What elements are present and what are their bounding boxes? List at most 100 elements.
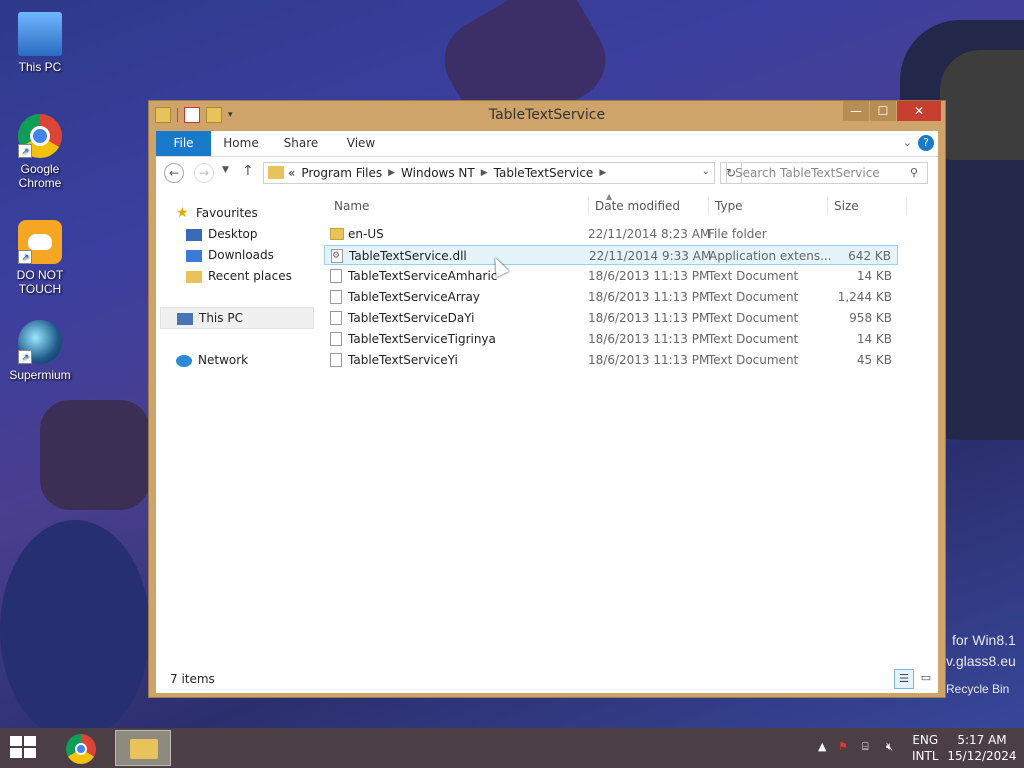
wallpaper-shape [40, 400, 150, 510]
file-row[interactable]: TableTextServiceArray 18/6/2013 11:13 PM… [324, 287, 898, 307]
file-size: 14 KB [856, 332, 892, 346]
nav-recent-places[interactable]: Recent places [186, 266, 292, 286]
computer-icon [177, 312, 193, 325]
search-input[interactable]: Search TableTextService [726, 162, 928, 184]
taskbar-file-explorer-icon[interactable] [115, 730, 171, 766]
breadcrumb: « Program Files ▶ Windows NT ▶ TableText… [288, 166, 606, 180]
file-size: 958 KB [849, 311, 892, 325]
file-row[interactable]: TableTextServiceTigrinya 18/6/2013 11:13… [324, 329, 898, 349]
chevron-right-icon[interactable]: ▶ [388, 166, 395, 180]
column-header-size[interactable]: Size [834, 199, 859, 213]
file-name: TableTextServiceTigrinya [348, 332, 496, 346]
tab-file[interactable]: File [156, 131, 211, 156]
help-icon[interactable]: ? [918, 135, 934, 151]
file-size: 45 KB [856, 353, 892, 367]
network-icon[interactable]: ⌸ [862, 740, 869, 754]
shortcut-arrow-icon: ↗ [18, 250, 32, 264]
tab-home[interactable]: Home [216, 131, 266, 156]
desktop-icon [186, 228, 202, 241]
file-type: Application extens... [709, 249, 832, 263]
volume-muted-icon[interactable]: 🔇︎ [886, 740, 893, 754]
nav-downloads[interactable]: Downloads [186, 245, 274, 265]
show-hidden-icons-icon[interactable]: ▲ [818, 740, 826, 753]
maximize-button[interactable]: ☐ [870, 101, 896, 121]
large-icons-view-button[interactable]: ▭ [916, 669, 936, 689]
title-bar[interactable]: ▾ TableTextService — ☐ ✕ [149, 101, 945, 131]
folder-icon [330, 228, 344, 240]
desktop-icon-supermium[interactable]: ↗ Supermium [0, 320, 80, 382]
desktop-icon-google-chrome[interactable]: ↗ Google Chrome [0, 114, 80, 190]
taskbar-chrome-icon[interactable] [66, 734, 96, 764]
windows-logo-icon [24, 748, 36, 758]
file-type: Text Document [708, 269, 799, 283]
divider[interactable] [906, 197, 907, 215]
file-date: 18/6/2013 11:13 PM [588, 311, 710, 325]
divider[interactable] [827, 197, 828, 215]
file-date: 22/11/2014 9:33 AM [589, 249, 712, 263]
language-indicator[interactable]: ENG INTL [912, 732, 939, 764]
chrome-icon: ↗ [18, 114, 62, 158]
divider[interactable] [588, 197, 589, 215]
file-list: ▲ Name Date modified Type Size en-US 22/… [316, 191, 938, 665]
nav-label: Downloads [208, 248, 274, 262]
tab-share[interactable]: Share [276, 131, 326, 156]
file-row[interactable]: TableTextServiceAmharic 18/6/2013 11:13 … [324, 266, 898, 286]
desktop-icon-this-pc[interactable]: This PC [0, 12, 80, 74]
column-header-type[interactable]: Type [715, 199, 743, 213]
close-button[interactable]: ✕ [897, 101, 941, 121]
nav-desktop[interactable]: Desktop [186, 224, 258, 244]
file-row[interactable]: TableTextServiceDaYi 18/6/2013 11:13 PM … [324, 308, 898, 328]
start-button[interactable] [10, 736, 38, 760]
ribbon-tabs: File Home Share View ⌄ ? [156, 131, 938, 157]
file-type: Text Document [708, 311, 799, 325]
minimize-button[interactable]: — [843, 101, 869, 121]
recycle-bin-label[interactable]: Recycle Bin [946, 682, 1009, 696]
shortcut-arrow-icon: ↗ [18, 350, 32, 364]
file-row[interactable]: en-US 22/11/2014 8:23 AM File folder [324, 224, 898, 244]
breadcrumb-windows-nt[interactable]: Windows NT [401, 166, 475, 180]
star-icon: ★ [176, 205, 189, 221]
windows-logo-icon [10, 748, 22, 758]
address-bar[interactable]: « Program Files ▶ Windows NT ▶ TableText… [263, 162, 715, 184]
action-center-icon[interactable]: ⚑ [838, 740, 848, 753]
chevron-right-icon[interactable]: ▶ [481, 166, 488, 180]
back-button[interactable]: ← [164, 163, 184, 183]
text-file-icon [330, 332, 342, 346]
breadcrumb-program-files[interactable]: Program Files [301, 166, 382, 180]
address-dropdown-icon[interactable]: ⌄ [702, 166, 710, 177]
column-header-date[interactable]: Date modified [595, 199, 680, 213]
forward-button[interactable]: → [194, 163, 214, 183]
status-bar: 7 items ☰ ▭ [156, 665, 938, 693]
file-date: 18/6/2013 11:13 PM [588, 269, 710, 283]
nav-favourites[interactable]: ★ Favourites [176, 203, 258, 223]
file-name: TableTextServiceArray [348, 290, 480, 304]
nav-label: Favourites [196, 206, 258, 220]
text-file-icon [330, 353, 342, 367]
recent-locations-icon[interactable]: ▼ [222, 165, 229, 175]
tab-view[interactable]: View [336, 131, 386, 156]
details-view-button[interactable]: ☰ [894, 669, 914, 689]
desktop-icon-label: Supermium [9, 368, 71, 382]
clock[interactable]: 5:17 AM 15/12/2024 [944, 732, 1020, 764]
expand-ribbon-icon[interactable]: ⌄ [903, 136, 912, 149]
file-row-selected[interactable]: TableTextService.dll 22/11/2014 9:33 AM … [324, 245, 898, 266]
breadcrumb-overflow[interactable]: « [288, 166, 295, 180]
divider[interactable] [708, 197, 709, 215]
supermium-icon: ↗ [18, 320, 62, 364]
breadcrumb-tabletextservice[interactable]: TableTextService [494, 166, 594, 180]
nav-network[interactable]: Network [176, 350, 248, 370]
language-code: ENG [912, 733, 939, 747]
downloads-icon [186, 249, 202, 262]
column-header-name[interactable]: Name [334, 199, 369, 213]
nav-this-pc[interactable]: This PC [160, 307, 314, 329]
taskbar: ▲ ⚑ ⌸ 🔇︎ ENG INTL 5:17 AM 15/12/2024 [0, 728, 1024, 768]
file-row[interactable]: TableTextServiceYi 18/6/2013 11:13 PM Te… [324, 350, 898, 370]
file-name: TableTextService.dll [349, 249, 467, 263]
file-name: TableTextServiceYi [348, 353, 458, 367]
up-button[interactable]: ↑ [242, 163, 254, 179]
discord-icon: ↗ [18, 220, 62, 264]
nav-label: Network [198, 353, 249, 367]
file-date: 22/11/2014 8:23 AM [588, 227, 711, 241]
desktop-icon-do-not-touch[interactable]: ↗ DO NOT TOUCH [0, 220, 80, 296]
chevron-right-icon[interactable]: ▶ [599, 166, 606, 180]
